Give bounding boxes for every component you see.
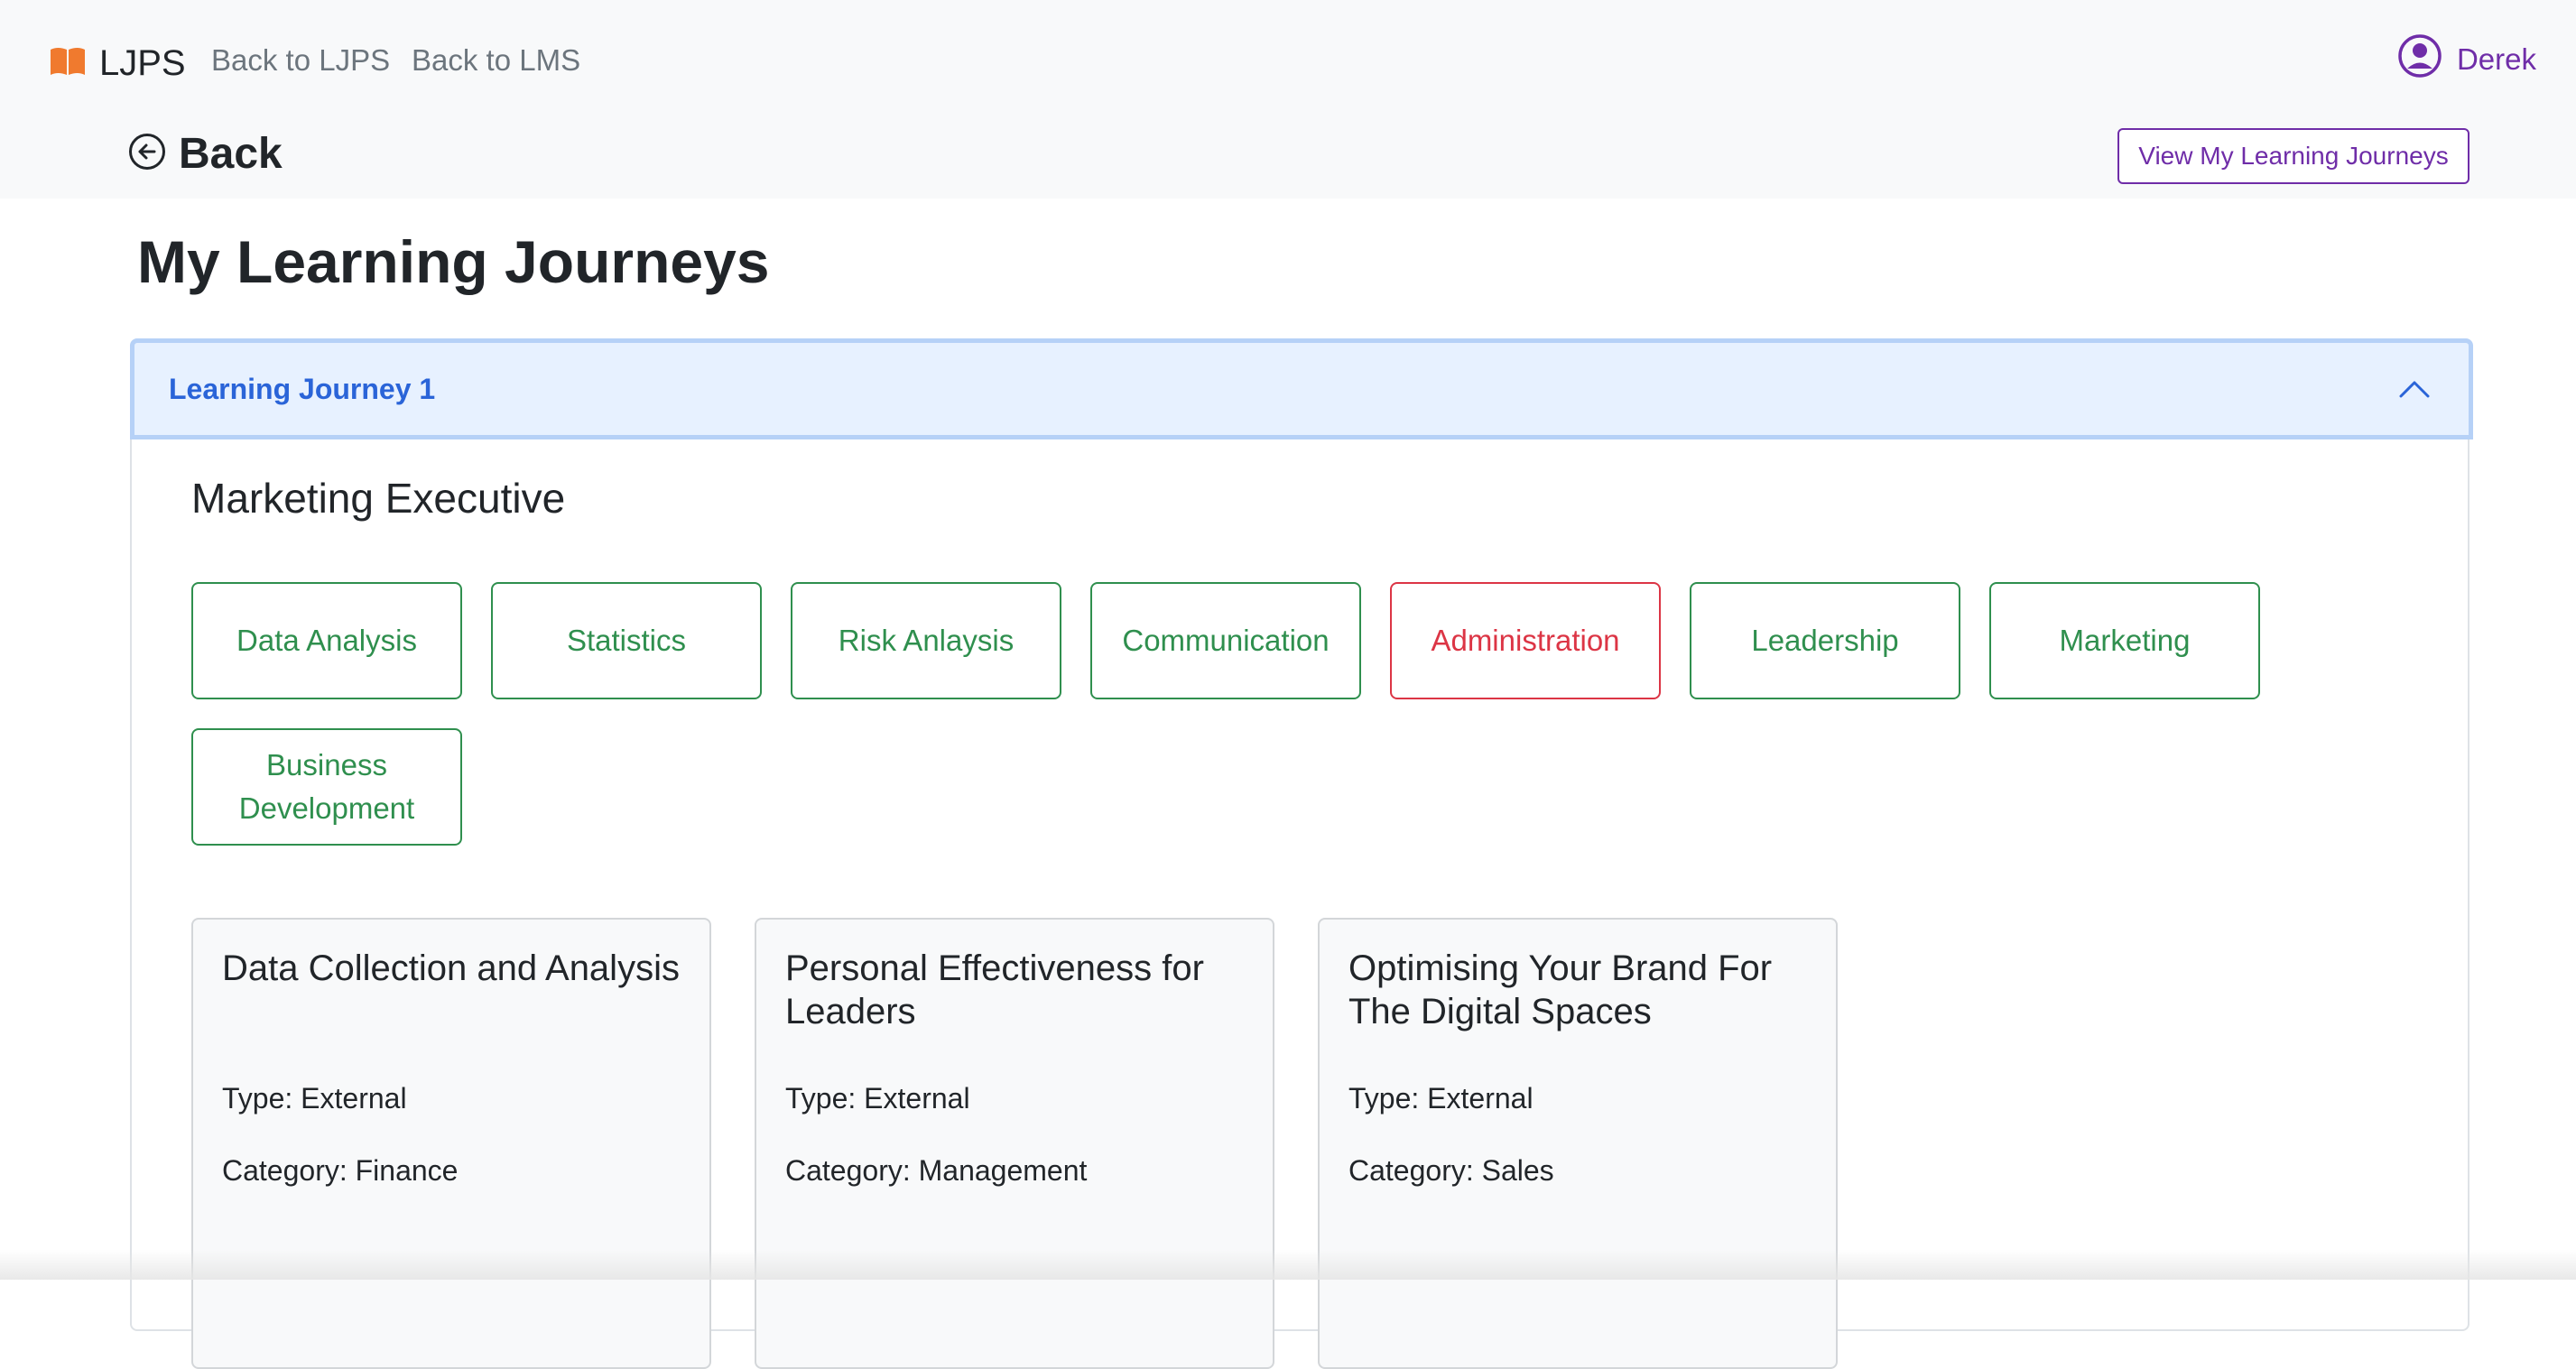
accordion-header[interactable]: Learning Journey 1: [130, 338, 2473, 439]
accordion-title: Learning Journey 1: [169, 372, 436, 405]
course-card[interactable]: Data Collection and Analysis Type: Exter…: [191, 918, 711, 1369]
learning-journey-accordion: Learning Journey 1 Marketing Executive D…: [130, 338, 2473, 1369]
skill-badge-marketing: Marketing: [1989, 582, 2260, 699]
skill-badge-communication: Communication: [1090, 582, 1361, 699]
nav-link-back-to-ljps[interactable]: Back to LJPS: [211, 43, 390, 78]
user-circle-icon: [2397, 33, 2442, 86]
course-card[interactable]: Optimising Your Brand For The Digital Sp…: [1318, 918, 1838, 1369]
skill-badge-statistics: Statistics: [491, 582, 762, 699]
user-name: Derek: [2456, 42, 2536, 76]
course-type: Type: External: [222, 1082, 407, 1115]
skill-badge-administration: Administration: [1390, 582, 1661, 699]
role-title: Marketing Executive: [191, 475, 566, 522]
course-category: Category: Sales: [1348, 1154, 1554, 1187]
course-type: Type: External: [785, 1082, 970, 1115]
top-bar: LJPS Back to LJPS Back to LMS Derek Back…: [0, 0, 2576, 199]
course-type: Type: External: [1348, 1082, 1534, 1115]
bottom-fade: [0, 1250, 2576, 1280]
back-label: Back: [179, 129, 283, 178]
brand[interactable]: LJPS: [49, 38, 186, 88]
course-category: Category: Finance: [222, 1154, 459, 1187]
course-title: Personal Effectiveness for Leaders: [785, 948, 1204, 1031]
brand-name: LJPS: [99, 42, 186, 83]
view-my-learning-journeys-button[interactable]: View My Learning Journeys: [2117, 128, 2469, 184]
arrow-left-circle-icon: [128, 133, 166, 175]
skill-badge-data-analysis: Data Analysis: [191, 582, 462, 699]
page-title: My Learning Journeys: [137, 228, 770, 295]
user-menu[interactable]: Derek: [2397, 34, 2536, 85]
skill-badge-risk-analysis: Risk Anlaysis: [791, 582, 1061, 699]
course-title: Data Collection and Analysis: [222, 948, 680, 988]
course-category: Category: Management: [785, 1154, 1088, 1187]
skill-badge-business-development: Business Development: [191, 728, 462, 846]
back-button[interactable]: Back: [128, 128, 283, 179]
nav-link-back-to-lms[interactable]: Back to LMS: [412, 43, 580, 78]
chevron-up-icon: [2398, 375, 2431, 407]
course-title: Optimising Your Brand For The Digital Sp…: [1348, 948, 1773, 1031]
book-icon: [49, 46, 87, 81]
skill-badge-leadership: Leadership: [1690, 582, 1960, 699]
course-card[interactable]: Personal Effectiveness for Leaders Type:…: [755, 918, 1274, 1369]
